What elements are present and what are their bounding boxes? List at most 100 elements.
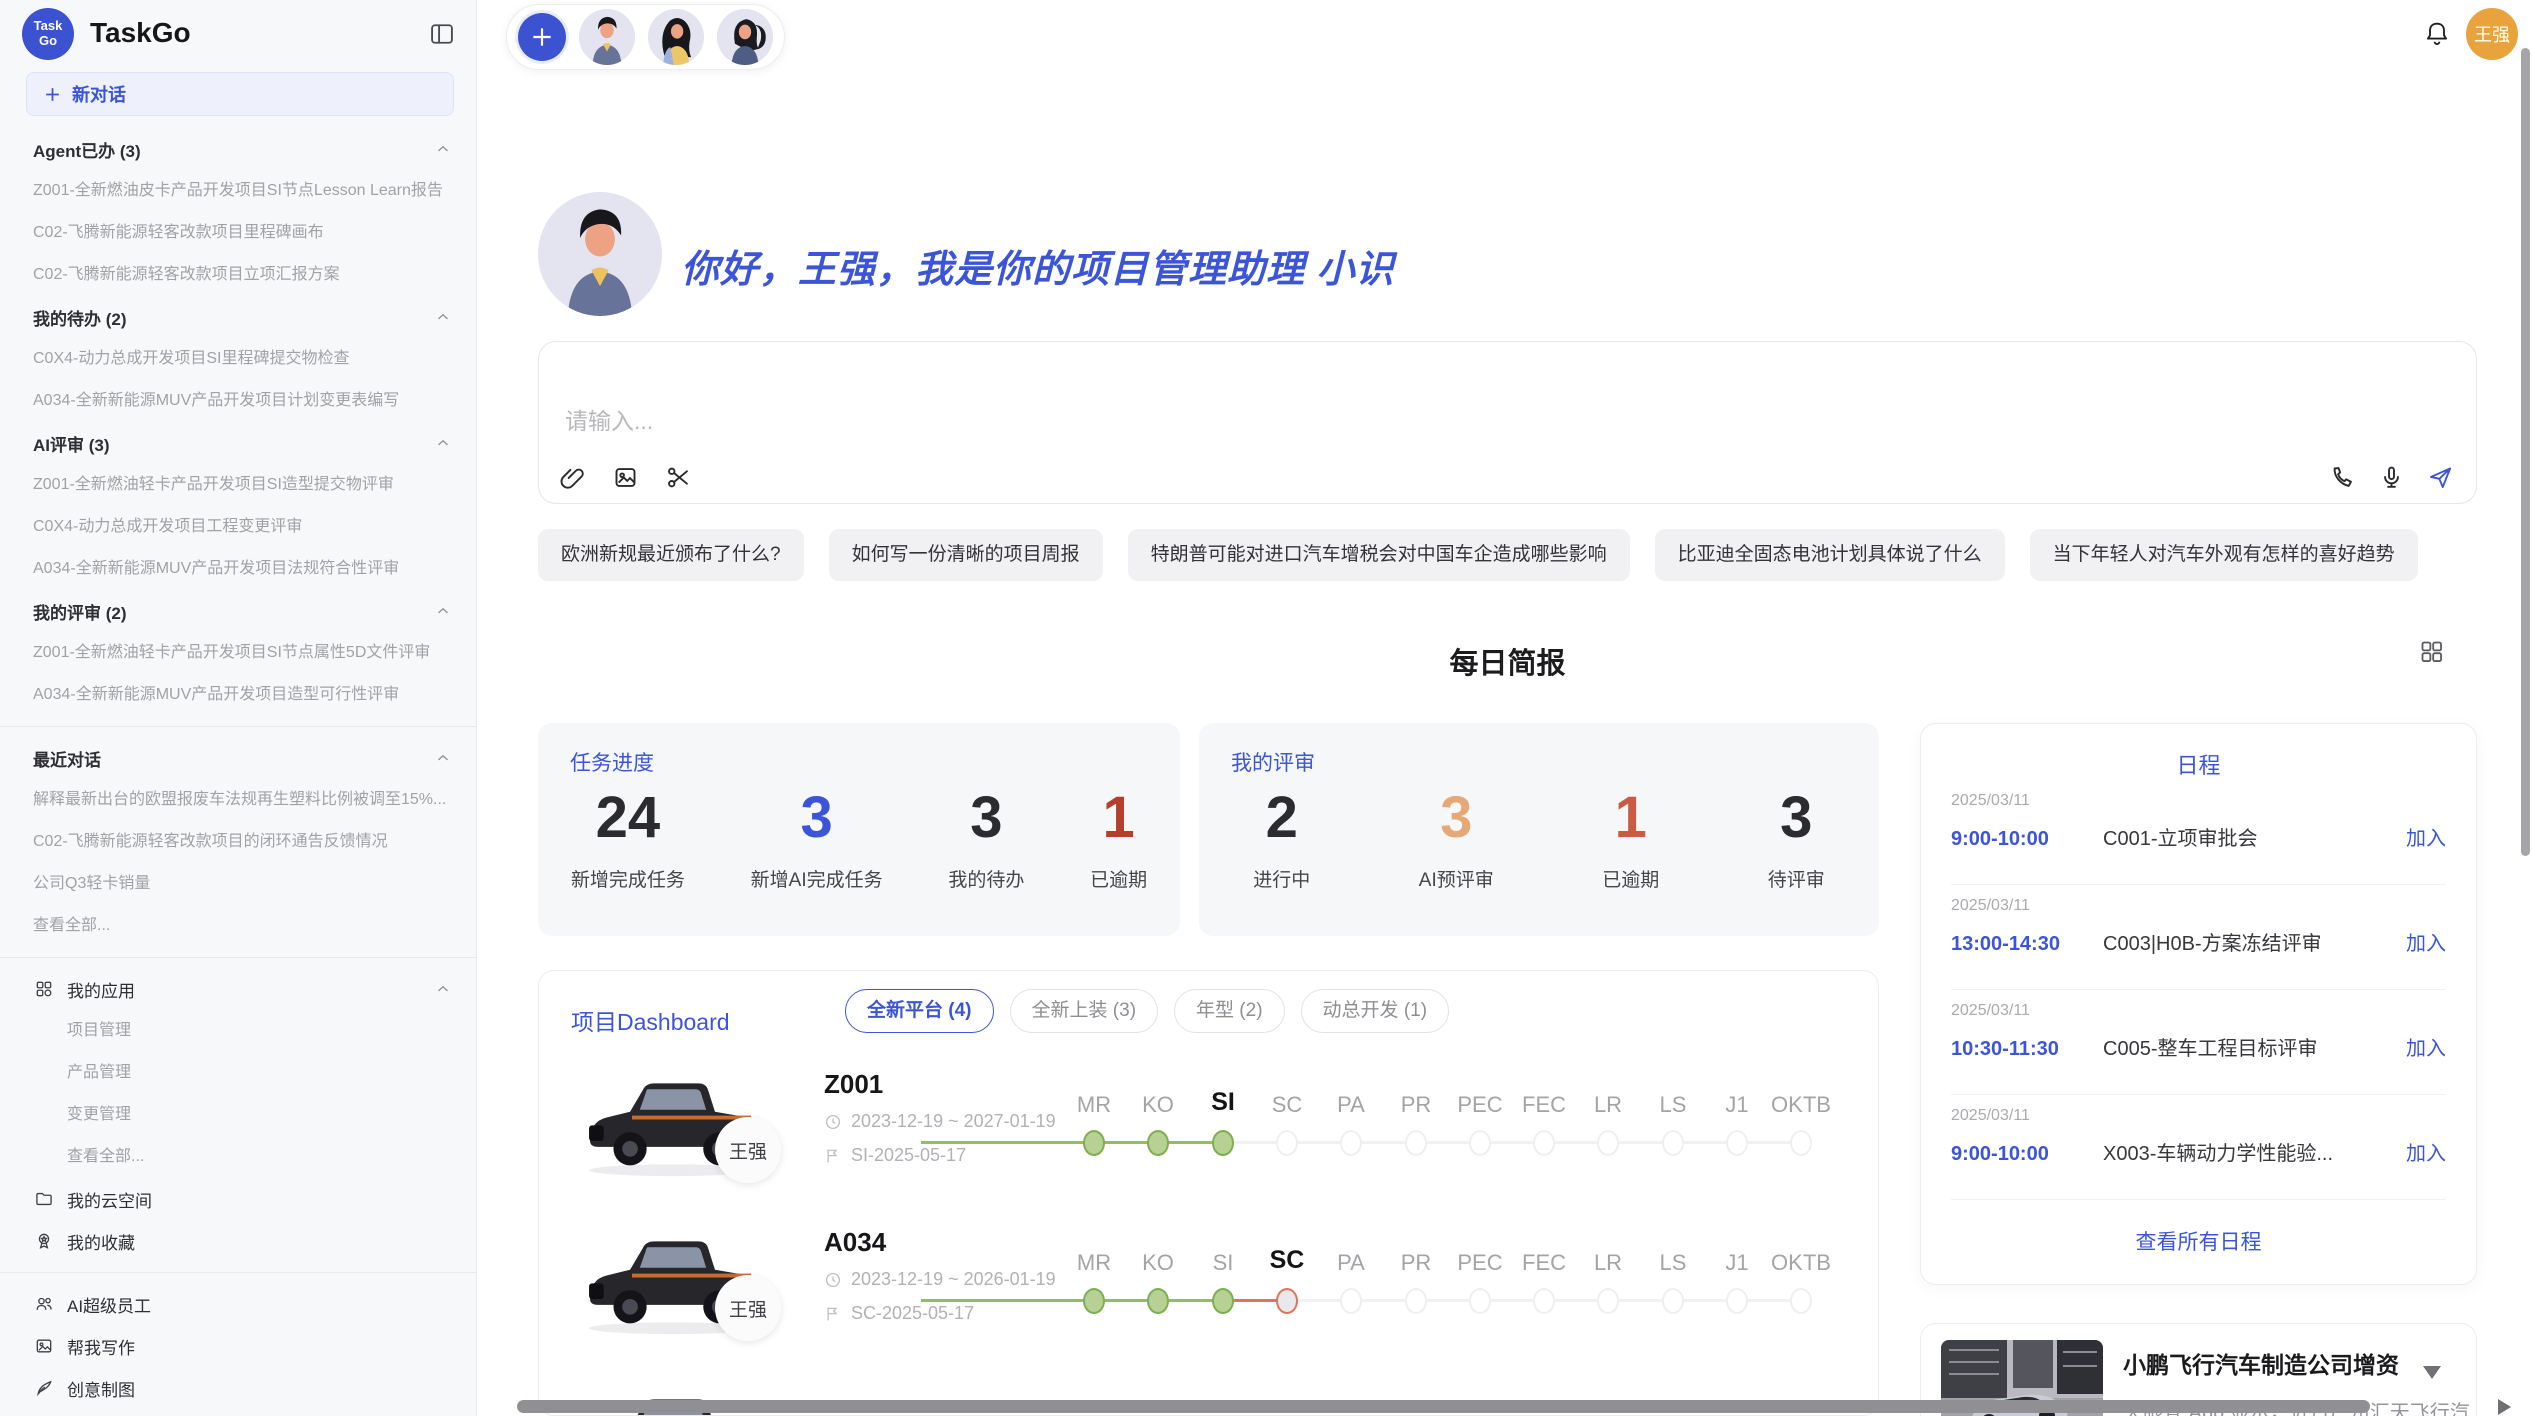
- schedule-date: 2025/03/11: [1951, 1107, 2446, 1125]
- my-review-card: 我的评审 2 进行中 3 AI预评审 1 已逾期 3 待评审: [1199, 723, 1879, 936]
- join-link[interactable]: 加入: [2406, 1032, 2446, 1061]
- sidebar-item-favorites[interactable]: 我的收藏: [0, 1220, 476, 1262]
- sidebar-item-product-mgmt[interactable]: 产品管理: [0, 1052, 476, 1094]
- sidebar-item-ai-super-staff[interactable]: AI超级员工: [0, 1283, 476, 1325]
- dashboard-tabs: 全新平台 (4) 全新上装 (3) 年型 (2) 动总开发 (1): [845, 989, 1449, 1033]
- add-agent-button[interactable]: [518, 13, 566, 61]
- milestone-label: LS: [1660, 1092, 1687, 1118]
- voice-call-icon[interactable]: [2329, 464, 2356, 491]
- list-item[interactable]: 公司Q3轻卡销量: [0, 863, 476, 905]
- scroll-right-arrow[interactable]: [2498, 1399, 2511, 1415]
- list-item[interactable]: A034-全新新能源MUV产品开发项目计划变更表编写: [0, 380, 476, 422]
- image-upload-icon[interactable]: [612, 464, 639, 491]
- chat-input[interactable]: 请输入...: [538, 341, 2477, 504]
- project-dates: 2023-12-19 ~ 2027-01-19: [824, 1111, 1056, 1132]
- quill-pen-icon: [34, 1378, 54, 1398]
- milestone-dot: [1662, 1288, 1684, 1314]
- notification-bell-icon[interactable]: [2423, 19, 2451, 47]
- list-item[interactable]: A034-全新新能源MUV产品开发项目造型可行性评审: [0, 674, 476, 716]
- sidebar-collapse-icon[interactable]: [428, 20, 456, 48]
- join-link[interactable]: 加入: [2406, 1137, 2446, 1166]
- tab-model-year[interactable]: 年型 (2): [1174, 989, 1285, 1033]
- sidebar-item-my-apps[interactable]: 我的应用: [0, 968, 476, 1010]
- view-all-apps[interactable]: 查看全部...: [0, 1136, 476, 1178]
- tab-new-body[interactable]: 全新上装 (3): [1010, 989, 1159, 1033]
- tab-powertrain-dev[interactable]: 动总开发 (1): [1301, 989, 1450, 1033]
- milestone-dot: [1469, 1288, 1491, 1314]
- milestone-label: LS: [1660, 1250, 1687, 1276]
- milestone-dot: [1405, 1288, 1427, 1314]
- tab-new-platform[interactable]: 全新平台 (4): [845, 989, 994, 1033]
- vertical-scrollbar[interactable]: [2521, 48, 2530, 856]
- schedule-item: 2025/03/11 9:00-10:00 C001-立项审批会 加入: [1951, 780, 2446, 885]
- divider: [0, 957, 476, 958]
- list-item[interactable]: Z001-全新燃油轻卡产品开发项目SI造型提交物评审: [0, 464, 476, 506]
- milestone-dot: [1662, 1130, 1684, 1156]
- attachment-icon[interactable]: [559, 464, 586, 491]
- suggestion-chip[interactable]: 当下年轻人对汽车外观有怎样的喜好趋势: [2030, 529, 2418, 581]
- list-item[interactable]: Z001-全新燃油轻卡产品开发项目SI节点属性5D文件评审: [0, 632, 476, 674]
- people-icon: [34, 1294, 54, 1314]
- list-item[interactable]: C02-飞腾新能源轻客改款项目里程碑画布: [0, 212, 476, 254]
- horizontal-scrollbar[interactable]: [517, 1400, 2370, 1413]
- section-my-todo[interactable]: 我的待办 (2): [0, 296, 476, 338]
- send-icon[interactable]: [2427, 464, 2454, 491]
- sidebar-item-help-me-write[interactable]: 帮我写作: [0, 1325, 476, 1367]
- join-link[interactable]: 加入: [2406, 927, 2446, 956]
- sidebar-item-cloud-space[interactable]: 我的云空间: [0, 1178, 476, 1220]
- avatar[interactable]: [579, 9, 635, 65]
- suggestion-chip[interactable]: 特朗普可能对进口汽车增税会对中国车企造成哪些影响: [1128, 529, 1630, 581]
- flag-icon: [824, 1147, 842, 1165]
- section-my-review[interactable]: 我的评审 (2): [0, 590, 476, 632]
- view-all-chats[interactable]: 查看全部...: [0, 905, 476, 947]
- logo-line2: Go: [39, 34, 57, 49]
- microphone-icon[interactable]: [2378, 464, 2405, 491]
- new-chat-button[interactable]: 新对话: [26, 72, 454, 116]
- sidebar-item-creative-drawing[interactable]: 创意制图: [0, 1367, 476, 1409]
- milestone-dot-done: [1083, 1288, 1105, 1314]
- suggestion-chip[interactable]: 欧洲新规最近颁布了什么?: [538, 529, 804, 581]
- sidebar-item-label: 我的云空间: [67, 1187, 152, 1212]
- list-item[interactable]: C0X4-动力总成开发项目工程变更评审: [0, 506, 476, 548]
- daily-briefing-title: 每日简报: [538, 640, 2477, 682]
- milestone-label: MR: [1077, 1250, 1111, 1276]
- suggestion-chip[interactable]: 比亚迪全固态电池计划具体说了什么: [1655, 529, 2005, 581]
- input-placeholder: 请输入...: [565, 402, 653, 436]
- view-all-schedule-link[interactable]: 查看所有日程: [1921, 1226, 2476, 1256]
- avatar[interactable]: [717, 9, 773, 65]
- suggestion-chip[interactable]: 如何写一份清晰的项目周报: [829, 529, 1103, 581]
- schedule-item: 2025/03/11 9:00-10:00 X003-车辆动力学性能验... 加…: [1951, 1095, 2446, 1200]
- milestone-label: LR: [1594, 1250, 1622, 1276]
- plus-icon: [529, 24, 555, 50]
- milestone-label: LR: [1594, 1092, 1622, 1118]
- schedule-time: 10:30-11:30: [1951, 1038, 2103, 1061]
- list-item[interactable]: A034-全新新能源MUV产品开发项目法规符合性评审: [0, 548, 476, 590]
- avatar[interactable]: [648, 9, 704, 65]
- user-avatar[interactable]: 王强: [2466, 8, 2518, 60]
- schedule-time: 13:00-14:30: [1951, 933, 2103, 956]
- layout-grid-icon[interactable]: [2418, 638, 2445, 665]
- section-ai-review[interactable]: AI评审 (3): [0, 422, 476, 464]
- section-agent-done[interactable]: Agent已办 (3): [0, 128, 476, 170]
- schedule-time: 9:00-10:00: [1951, 1143, 2103, 1166]
- stat-in-progress: 2 进行中: [1253, 789, 1310, 892]
- join-link[interactable]: 加入: [2406, 822, 2446, 851]
- list-item[interactable]: C0X4-动力总成开发项目SI里程碑提交物检查: [0, 338, 476, 380]
- sidebar-item-change-mgmt[interactable]: 变更管理: [0, 1094, 476, 1136]
- list-item[interactable]: C02-飞腾新能源轻客改款项目立项汇报方案: [0, 254, 476, 296]
- section-recent-chats[interactable]: 最近对话: [0, 737, 476, 779]
- section-title: 我的待办 (2): [33, 305, 127, 330]
- schedule-name: C005-整车工程目标评审: [2103, 1032, 2406, 1061]
- scroll-down-arrow[interactable]: [2423, 1366, 2441, 1379]
- milestone-label: PR: [1401, 1092, 1432, 1118]
- list-item[interactable]: C02-飞腾新能源轻客改款项目的闭环通告反馈情况: [0, 821, 476, 863]
- sidebar-item-label: 我的应用: [67, 977, 135, 1002]
- list-item[interactable]: Z001-全新燃油皮卡产品开发项目SI节点Lesson Learn报告: [0, 170, 476, 212]
- project-row[interactable]: 王强 Z001 2023-12-19 ~ 2027-01-19 SI-2025-…: [539, 1055, 1878, 1213]
- project-row[interactable]: 王强 A034 2023-12-19 ~ 2026-01-19 SC-2025-…: [539, 1213, 1878, 1371]
- list-item[interactable]: 解释最新出台的欧盟报废车法规再生塑料比例被调至15%...: [0, 779, 476, 821]
- chevron-up-icon: [434, 980, 452, 998]
- sidebar-item-project-mgmt[interactable]: 项目管理: [0, 1010, 476, 1052]
- scissors-icon[interactable]: [665, 464, 692, 491]
- schedule-name: X003-车辆动力学性能验...: [2103, 1137, 2406, 1166]
